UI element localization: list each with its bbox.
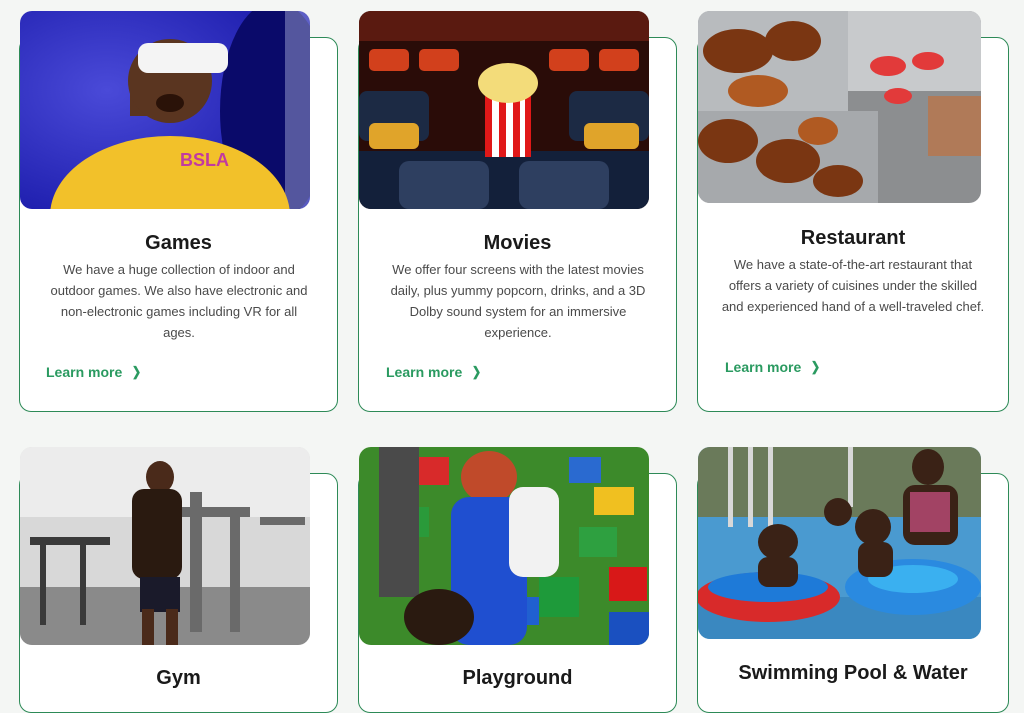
learn-more-link[interactable]: Learn more ❯ (46, 364, 142, 380)
swimming-pool-image (698, 447, 981, 639)
svg-text:BSLA: BSLA (180, 150, 229, 170)
card-title: Games (145, 232, 212, 254)
learn-more-label: Learn more (725, 359, 802, 375)
playground-image (359, 447, 649, 645)
learn-more-label: Learn more (46, 364, 123, 380)
card-title: Movies (483, 232, 552, 254)
chevron-right-icon: ❯ (811, 359, 821, 374)
learn-more-label: Learn more (386, 364, 463, 380)
card-title: Gym (156, 667, 201, 689)
card-title: Restaurant (800, 227, 906, 249)
chevron-right-icon: ❯ (472, 364, 482, 379)
learn-more-link[interactable]: Learn more ❯ (386, 364, 482, 380)
card-description: We offer four screens with the latest mo… (390, 262, 646, 340)
learn-more-link[interactable]: Learn more ❯ (725, 359, 821, 375)
chevron-right-icon: ❯ (132, 364, 142, 379)
gym-image (20, 447, 310, 645)
card-description: We have a huge collection of indoor and … (50, 262, 308, 340)
restaurant-image (698, 11, 981, 203)
games-image: BSLA (20, 11, 310, 209)
movies-image (359, 11, 649, 209)
card-description: We have a state-of-the-art restaurant th… (721, 257, 985, 314)
card-title: Playground (462, 667, 573, 689)
card-title: Swimming Pool & Water (738, 662, 968, 684)
